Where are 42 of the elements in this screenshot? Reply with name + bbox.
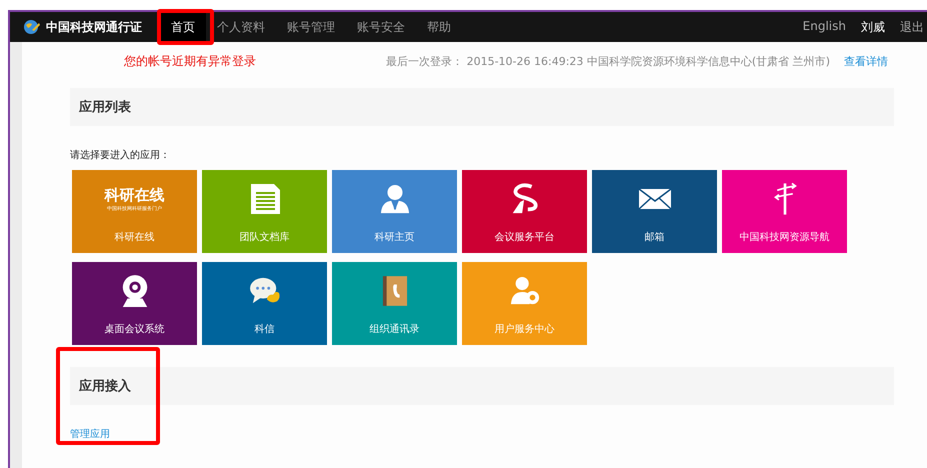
app-tile[interactable]: 会议服务平台 <box>462 170 587 253</box>
tile-label: 中国科技网资源导航 <box>740 230 830 244</box>
site-title[interactable]: 中国科技网通行证 <box>46 18 142 36</box>
tile-label: 团队文档库 <box>240 230 290 244</box>
logo-title: 科研在线 <box>104 186 164 205</box>
chat-bubble-icon <box>248 277 280 305</box>
mail-icon <box>638 188 672 210</box>
details-link[interactable]: 查看详情 <box>844 54 888 68</box>
app-tile[interactable]: 中国科技网资源导航 <box>722 170 847 253</box>
nav-tab[interactable]: 首页 <box>160 12 206 42</box>
app-tile[interactable]: 邮箱 <box>592 170 717 253</box>
user-menu-link[interactable]: English <box>802 18 846 36</box>
app-tile[interactable]: 组织通讯录 <box>332 262 457 345</box>
tile-label: 会议服务平台 <box>494 230 554 244</box>
globe-icon <box>23 19 41 35</box>
app-tile[interactable]: 科研主页 <box>332 170 457 253</box>
nav-tab[interactable]: 账号安全 <box>346 12 416 42</box>
tile-label: 组织通讯录 <box>370 322 420 336</box>
document-icon <box>248 183 280 215</box>
signpost-icon <box>772 181 798 217</box>
tile-label: 科研主页 <box>374 230 414 244</box>
prompt-text: 请选择要进入的应用： <box>70 148 171 162</box>
tile-label: 桌面会议系统 <box>104 322 164 336</box>
user-menu-link[interactable]: 刘威 <box>861 18 885 36</box>
section-title: 应用列表 <box>79 98 131 116</box>
nav-tab[interactable]: 账号管理 <box>276 12 346 42</box>
user-gear-icon <box>508 276 540 306</box>
tile-label: 科研在线 <box>114 230 154 244</box>
nav-tab[interactable]: 帮助 <box>416 12 462 42</box>
user-menu-link[interactable]: 退出 <box>900 18 924 36</box>
tile-label: 邮箱 <box>644 230 664 244</box>
manage-apps-link[interactable]: 管理应用 <box>70 427 110 441</box>
tile-label: 用户服务中心 <box>494 322 554 336</box>
person-icon <box>380 184 410 214</box>
warning-text: 您的帐号近期有异常登录 <box>124 52 256 70</box>
app-tile[interactable]: 桌面会议系统 <box>72 262 197 345</box>
section-title: 应用接入 <box>79 378 131 395</box>
tile-label: 科信 <box>254 322 274 336</box>
nav-tab[interactable]: 个人资料 <box>206 12 276 42</box>
address-book-icon <box>382 275 408 307</box>
app-tile[interactable]: 科信 <box>202 262 327 345</box>
last-login-text: 最后一次登录： 2015-10-26 16:49:23 中国科学院资源环境科学信息中心(甘肃省 兰州市) <box>386 54 830 68</box>
